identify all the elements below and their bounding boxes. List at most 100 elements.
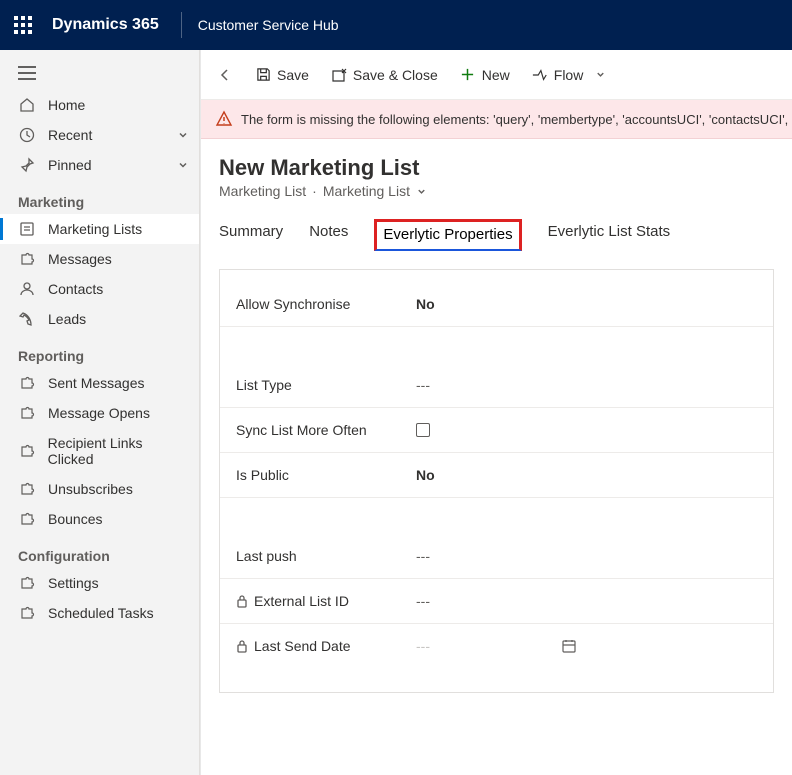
page-title: New Marketing List: [219, 155, 774, 181]
field-value: ---: [416, 593, 430, 609]
checkbox-input[interactable]: [416, 423, 430, 437]
field-value: ---: [416, 638, 430, 654]
crumb-form: Marketing List: [323, 183, 410, 199]
nav-messages[interactable]: Messages: [0, 244, 199, 274]
tab-summary[interactable]: Summary: [219, 223, 283, 251]
nav-label: Home: [48, 97, 85, 113]
field-value: ---: [416, 377, 430, 393]
nav-bounces[interactable]: Bounces: [0, 504, 199, 534]
new-button[interactable]: New: [460, 67, 510, 83]
page-header: New Marketing List Marketing List · Mark…: [201, 139, 792, 203]
puzzle-icon: [18, 605, 36, 621]
sidebar: Home Recent Pinned Marketing: [0, 50, 200, 775]
field-label: Last Send Date: [236, 638, 416, 654]
nav-recent[interactable]: Recent: [0, 120, 199, 150]
global-topbar: Dynamics 365 Customer Service Hub: [0, 0, 792, 50]
lock-icon: [236, 639, 248, 653]
nav-leads[interactable]: Leads: [0, 304, 199, 334]
nav-label: Marketing Lists: [48, 221, 142, 237]
breadcrumb: Marketing List · Marketing List: [219, 183, 774, 199]
flow-label: Flow: [554, 67, 584, 83]
nav-label: Recipient Links Clicked: [48, 435, 189, 467]
tab-everlytic-properties[interactable]: Everlytic Properties: [374, 219, 521, 251]
nav-label: Settings: [48, 575, 99, 591]
field-label: Allow Synchronise: [236, 296, 416, 312]
phone-icon: [18, 311, 36, 327]
field-value: No: [416, 467, 435, 483]
main-content: Save Save & Close New Flow The form is m…: [200, 50, 792, 775]
nav-contacts[interactable]: Contacts: [0, 274, 199, 304]
hub-label: Customer Service Hub: [198, 17, 339, 33]
save-label: Save: [277, 67, 309, 83]
clock-icon: [18, 127, 36, 143]
save-close-icon: [331, 67, 347, 83]
pin-icon: [18, 157, 36, 173]
nav-section-marketing: Marketing: [0, 180, 199, 214]
save-close-label: Save & Close: [353, 67, 438, 83]
field-last-send: Last Send Date ---: [220, 624, 773, 668]
puzzle-icon: [18, 481, 36, 497]
field-external-id: External List ID ---: [220, 579, 773, 624]
save-close-button[interactable]: Save & Close: [331, 67, 438, 83]
nav-label: Contacts: [48, 281, 103, 297]
chevron-down-icon: [595, 69, 606, 80]
chevron-down-icon: [177, 159, 189, 171]
warning-banner: The form is missing the following elemen…: [201, 100, 792, 139]
nav-scheduled-tasks[interactable]: Scheduled Tasks: [0, 598, 199, 628]
nav-label: Leads: [48, 311, 86, 327]
field-label: Is Public: [236, 467, 416, 483]
nav-home[interactable]: Home: [0, 90, 199, 120]
nav-marketing-lists[interactable]: Marketing Lists: [0, 214, 199, 244]
nav-label: Bounces: [48, 511, 102, 527]
save-icon: [255, 67, 271, 83]
field-label: Last push: [236, 548, 416, 564]
nav-section-reporting: Reporting: [0, 334, 199, 368]
back-button[interactable]: [217, 67, 233, 83]
field-label: List Type: [236, 377, 416, 393]
brand-label: Dynamics 365: [52, 16, 159, 34]
topbar-divider: [181, 12, 182, 38]
field-last-push[interactable]: Last push ---: [220, 534, 773, 579]
flow-button[interactable]: Flow: [532, 67, 607, 83]
person-icon: [18, 281, 36, 297]
nav-recipient-links[interactable]: Recipient Links Clicked: [0, 428, 199, 474]
command-bar: Save Save & Close New Flow: [201, 50, 792, 100]
nav-settings[interactable]: Settings: [0, 568, 199, 598]
field-list-type[interactable]: List Type ---: [220, 363, 773, 408]
field-label: External List ID: [236, 593, 416, 609]
save-button[interactable]: Save: [255, 67, 309, 83]
calendar-icon[interactable]: [561, 638, 577, 654]
puzzle-icon: [18, 251, 36, 267]
field-sync-more[interactable]: Sync List More Often: [220, 408, 773, 453]
chevron-down-icon[interactable]: [416, 186, 427, 197]
field-value: No: [416, 296, 435, 312]
chevron-down-icon: [177, 129, 189, 141]
nav-label: Unsubscribes: [48, 481, 133, 497]
crumb-entity: Marketing List: [219, 183, 306, 199]
tab-bar: Summary Notes Everlytic Properties Everl…: [201, 203, 792, 251]
app-launcher-icon[interactable]: [14, 16, 32, 34]
hamburger-icon[interactable]: [0, 50, 199, 90]
nav-label: Messages: [48, 251, 112, 267]
field-label: Sync List More Often: [236, 422, 416, 438]
warning-icon: [215, 110, 233, 128]
nav-unsubscribes[interactable]: Unsubscribes: [0, 474, 199, 504]
nav-pinned[interactable]: Pinned: [0, 150, 199, 180]
nav-message-opens[interactable]: Message Opens: [0, 398, 199, 428]
puzzle-icon: [18, 375, 36, 391]
field-value: ---: [416, 548, 430, 564]
puzzle-icon: [18, 575, 36, 591]
form-panel: Allow Synchronise No List Type --- Sync …: [219, 269, 774, 693]
field-is-public[interactable]: Is Public No: [220, 453, 773, 498]
plus-icon: [460, 67, 476, 83]
list-icon: [18, 221, 36, 237]
nav-section-configuration: Configuration: [0, 534, 199, 568]
tab-notes[interactable]: Notes: [309, 223, 348, 251]
tab-everlytic-stats[interactable]: Everlytic List Stats: [548, 223, 671, 251]
nav-label: Recent: [48, 127, 92, 143]
puzzle-icon: [18, 405, 36, 421]
puzzle-icon: [18, 511, 36, 527]
nav-sent-messages[interactable]: Sent Messages: [0, 368, 199, 398]
field-allow-sync[interactable]: Allow Synchronise No: [220, 282, 773, 327]
lock-icon: [236, 594, 248, 608]
